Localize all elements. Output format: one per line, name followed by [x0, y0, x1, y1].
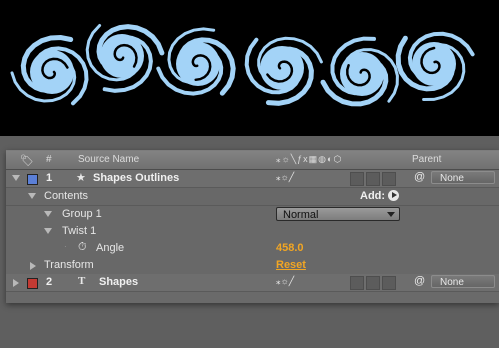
layer-row-shapes-outlines[interactable]: 1 ★ Shapes Outlines ⁎☼╱ @ None: [6, 170, 499, 188]
layer-name[interactable]: Shapes: [99, 276, 138, 288]
collapse-triangle-icon[interactable]: [30, 262, 36, 270]
group-label[interactable]: Group 1: [62, 208, 102, 220]
angle-row: · ⏱ Angle 458.0: [6, 240, 499, 258]
switch-box[interactable]: [366, 172, 380, 186]
add-label: Add:: [360, 190, 386, 202]
contents-label: Contents: [44, 190, 89, 202]
switch-box[interactable]: [366, 276, 380, 290]
reset-link[interactable]: Reset: [276, 259, 306, 271]
switch-box[interactable]: [382, 276, 396, 290]
label-color-chip[interactable]: [27, 174, 38, 185]
blend-mode-value: Normal: [283, 209, 319, 221]
swirl-shapes-canvas: [10, 24, 475, 107]
contents-row: Contents Add:: [6, 188, 499, 206]
label-tag-icon[interactable]: 🏷: [20, 154, 34, 167]
composition-viewer[interactable]: [0, 0, 499, 136]
angle-label: Angle: [96, 242, 125, 254]
chevron-down-icon: [387, 212, 395, 217]
text-layer-icon: T: [78, 275, 86, 287]
expand-triangle-icon[interactable]: [13, 279, 19, 287]
swirl-shape: [395, 31, 475, 101]
timeline-panel: 🏷 # Source Name ⁎☼╲ƒx▦◍◐⬡ Parent 1 ★ Sha…: [6, 150, 499, 303]
swirl-shape: [156, 27, 236, 96]
layer-name[interactable]: Shapes Outlines: [93, 172, 179, 184]
layer-switches-icons[interactable]: ⁎☼╱: [276, 276, 294, 287]
layer-number: 1: [46, 172, 53, 184]
twist-label[interactable]: Twist 1: [62, 225, 96, 237]
angle-value[interactable]: 458.0: [276, 242, 304, 254]
twist-row: Twist 1: [6, 223, 499, 241]
blend-mode-dropdown[interactable]: Normal: [276, 207, 400, 221]
switch-box[interactable]: [350, 172, 364, 186]
pickwhip-icon[interactable]: @: [414, 275, 425, 287]
transform-row: Transform Reset: [6, 257, 499, 275]
switch-box[interactable]: [382, 172, 396, 186]
layer-switches-icons[interactable]: ⁎☼╱: [276, 172, 294, 183]
swirl-shape: [85, 24, 165, 93]
expand-triangle-icon[interactable]: [12, 175, 20, 181]
transform-label[interactable]: Transform: [44, 259, 94, 271]
swirl-shape: [320, 36, 399, 107]
bullet-icon: ·: [64, 242, 67, 251]
column-source-name-header[interactable]: Source Name: [78, 154, 139, 165]
parent-dropdown[interactable]: None: [431, 171, 495, 184]
stopwatch-icon[interactable]: ⏱: [78, 241, 87, 254]
column-number-header[interactable]: #: [46, 154, 52, 165]
parent-dropdown[interactable]: None: [431, 275, 495, 288]
pickwhip-icon[interactable]: @: [414, 171, 425, 183]
star-icon: ★: [76, 172, 86, 184]
label-color-chip[interactable]: [27, 278, 38, 289]
timeline-header: 🏷 # Source Name ⁎☼╲ƒx▦◍◐⬡ Parent: [6, 151, 499, 170]
add-menu-button[interactable]: [388, 190, 399, 201]
expand-triangle-icon[interactable]: [44, 228, 52, 234]
layer-row-shapes[interactable]: 2 T Shapes ⁎☼╱ @ None: [6, 274, 499, 292]
swirl-shape: [244, 36, 323, 106]
expand-triangle-icon[interactable]: [28, 193, 36, 199]
expand-triangle-icon[interactable]: [44, 211, 52, 217]
layer-number: 2: [46, 276, 53, 288]
swirl-shape: [10, 34, 89, 106]
group-row: Group 1 Normal: [6, 206, 499, 224]
switches-header-icons: ⁎☼╲ƒx▦◍◐⬡: [276, 154, 343, 164]
column-parent-header[interactable]: Parent: [412, 154, 441, 165]
switch-box[interactable]: [350, 276, 364, 290]
